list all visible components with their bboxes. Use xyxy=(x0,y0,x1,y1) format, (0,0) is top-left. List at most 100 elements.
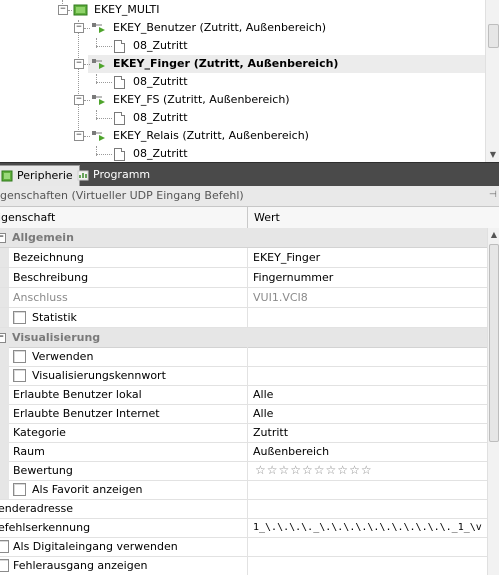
column-divider xyxy=(247,268,248,287)
property-value[interactable]: Fingernummer xyxy=(253,268,333,287)
property-name: Erlaubte Benutzer lokal xyxy=(13,388,142,401)
property-row-kategorie[interactable]: Kategorie Zutritt xyxy=(0,423,487,443)
document-icon xyxy=(114,112,125,125)
row-gutter xyxy=(0,461,9,480)
tree-guide-line xyxy=(96,118,112,119)
tree-item-label: 08_Zutritt xyxy=(133,75,188,88)
collapse-toggle-icon[interactable]: − xyxy=(74,95,84,105)
row-gutter xyxy=(0,366,9,385)
tree-guide-line xyxy=(96,82,112,83)
property-grid-scrollbar[interactable]: ▲ xyxy=(487,228,499,575)
column-divider[interactable] xyxy=(247,207,248,228)
property-row-bezeichnung[interactable]: Bezeichnung EKEY_Finger xyxy=(0,248,487,268)
row-gutter xyxy=(0,288,9,307)
digitaleingang-checkbox[interactable] xyxy=(0,540,9,553)
tree-item-ekey-relais[interactable]: − EKEY_Relais (Zutritt, Außenbereich) xyxy=(0,127,485,145)
property-row-verwenden[interactable]: Verwenden xyxy=(0,347,487,367)
column-divider xyxy=(247,499,248,518)
tab-peripherie[interactable]: Peripherie xyxy=(0,165,80,186)
collapse-toggle-icon[interactable]: − xyxy=(58,5,68,15)
property-grid: − Allgemein Bezeichnung EKEY_Finger Besc… xyxy=(0,228,487,575)
category-label: Visualisierung xyxy=(12,331,101,344)
property-row-benutzer-lokal[interactable]: Erlaubte Benutzer lokal Alle xyxy=(0,385,487,405)
property-name: Fehlerausgang anzeigen xyxy=(13,559,148,572)
panel-tab-bar: Peripherie Programm xyxy=(0,162,499,186)
property-row-raum[interactable]: Raum Außenbereich xyxy=(0,442,487,462)
property-row-favorit[interactable]: Als Favorit anzeigen xyxy=(0,480,487,500)
category-label: Allgemein xyxy=(12,231,74,244)
collapse-toggle-icon[interactable]: − xyxy=(74,59,84,69)
tab-programm[interactable]: Programm xyxy=(73,165,156,185)
visualisierungskennwort-checkbox[interactable] xyxy=(13,369,26,382)
property-row-senderadresse[interactable]: enderadresse xyxy=(0,499,487,519)
column-header-property[interactable]: igenschaft xyxy=(0,207,55,228)
property-row-statistik[interactable]: Statistik xyxy=(0,308,487,328)
rating-stars-icon[interactable]: ☆☆☆☆☆☆☆☆☆☆ xyxy=(255,461,373,480)
udp-input-icon xyxy=(92,131,105,141)
tree-item-08-zutritt[interactable]: 08_Zutritt xyxy=(0,109,485,127)
collapse-toggle-icon[interactable]: − xyxy=(74,131,84,141)
property-row-beschreibung[interactable]: Beschreibung Fingernummer xyxy=(0,268,487,288)
fehlerausgang-checkbox[interactable] xyxy=(0,559,9,572)
verwenden-checkbox[interactable] xyxy=(13,350,26,363)
tree-item-label: EKEY_Finger (Zutritt, Außenbereich) xyxy=(113,57,339,70)
udp-input-icon xyxy=(92,23,105,33)
scrollbar-thumb[interactable] xyxy=(489,244,499,442)
property-value[interactable]: EKEY_Finger xyxy=(253,248,320,267)
device-tree[interactable]: − EKEY_MULTI − EKEY_Benutzer (Zutritt, A… xyxy=(0,0,499,162)
tree-item-label: 08_Zutritt xyxy=(133,147,188,160)
tree-item-ekey-benutzer[interactable]: − EKEY_Benutzer (Zutritt, Außenbereich) xyxy=(0,19,485,37)
property-row-digitaleingang[interactable]: Als Digitaleingang verwenden xyxy=(0,537,487,557)
collapse-toggle-icon[interactable]: − xyxy=(0,333,6,343)
property-row-visualisierungskennwort[interactable]: Visualisierungskennwort xyxy=(0,366,487,386)
property-value: VUI1.VCI8 xyxy=(253,291,308,304)
category-allgemein[interactable]: − Allgemein xyxy=(0,228,487,248)
tree-scrollbar[interactable]: ▼ xyxy=(485,0,499,162)
programm-icon xyxy=(77,170,89,181)
column-divider xyxy=(247,461,248,480)
statistik-checkbox[interactable] xyxy=(13,311,26,324)
tree-item-ekey-finger[interactable]: − EKEY_Finger (Zutritt, Außenbereich) xyxy=(0,55,485,73)
document-icon xyxy=(114,148,125,161)
property-value[interactable]: Alle xyxy=(253,385,273,404)
tree-item-ekey-multi[interactable]: − EKEY_MULTI xyxy=(0,1,485,19)
tree-item-08-zutritt[interactable]: 08_Zutritt xyxy=(0,37,485,55)
column-divider xyxy=(247,537,248,556)
column-divider xyxy=(247,518,248,537)
property-value[interactable]: Alle xyxy=(253,404,273,423)
property-name: Visualisierungskennwort xyxy=(32,369,166,382)
tree-item-08-zutritt[interactable]: 08_Zutritt xyxy=(0,73,485,91)
tree-item-ekey-fs[interactable]: − EKEY_FS (Zutritt, Außenbereich) xyxy=(0,91,485,109)
property-name: Anschluss xyxy=(13,291,68,304)
tree-guide-line xyxy=(96,46,112,47)
collapse-toggle-icon[interactable]: − xyxy=(0,233,6,243)
property-row-fehlerausgang[interactable]: Fehlerausgang anzeigen xyxy=(0,556,487,575)
collapse-toggle-icon[interactable]: − xyxy=(74,23,84,33)
property-row-benutzer-internet[interactable]: Erlaubte Benutzer Internet Alle xyxy=(0,404,487,424)
column-divider xyxy=(247,248,248,267)
document-icon xyxy=(114,76,125,89)
property-value[interactable]: Außenbereich xyxy=(253,442,329,461)
column-header-value[interactable]: Wert xyxy=(254,207,280,228)
property-value[interactable]: 1_\.\.\.\._\.\.\.\.\.\.\.\.\.\.\._1_\v xyxy=(253,518,482,537)
scroll-down-arrow-icon[interactable]: ▼ xyxy=(486,148,499,162)
tree-item-label: EKEY_FS (Zutritt, Außenbereich) xyxy=(113,93,290,106)
tree-item-label: EKEY_MULTI xyxy=(94,3,160,16)
property-name: Raum xyxy=(13,445,45,458)
tree-item-08-zutritt[interactable]: 08_Zutritt xyxy=(0,145,485,162)
property-row-befehlserkennung[interactable]: efehlserkennung 1_\.\.\.\._\.\.\.\.\.\.\… xyxy=(0,518,487,538)
row-gutter xyxy=(0,442,9,461)
scroll-up-arrow-icon[interactable]: ▲ xyxy=(488,228,499,242)
column-divider xyxy=(247,385,248,404)
favorit-checkbox[interactable] xyxy=(13,483,26,496)
property-row-bewertung[interactable]: Bewertung ☆☆☆☆☆☆☆☆☆☆ xyxy=(0,461,487,481)
pin-icon[interactable]: ⊣ xyxy=(489,191,497,200)
scrollbar-thumb[interactable] xyxy=(488,24,499,48)
peripherie-icon xyxy=(1,170,13,182)
category-visualisierung[interactable]: − Visualisierung xyxy=(0,328,487,348)
property-name: Verwenden xyxy=(32,350,94,363)
tab-label: Peripherie xyxy=(17,169,73,182)
property-name: Kategorie xyxy=(13,426,66,439)
property-value[interactable]: Zutritt xyxy=(253,423,288,442)
tree-guide-line xyxy=(68,10,72,11)
